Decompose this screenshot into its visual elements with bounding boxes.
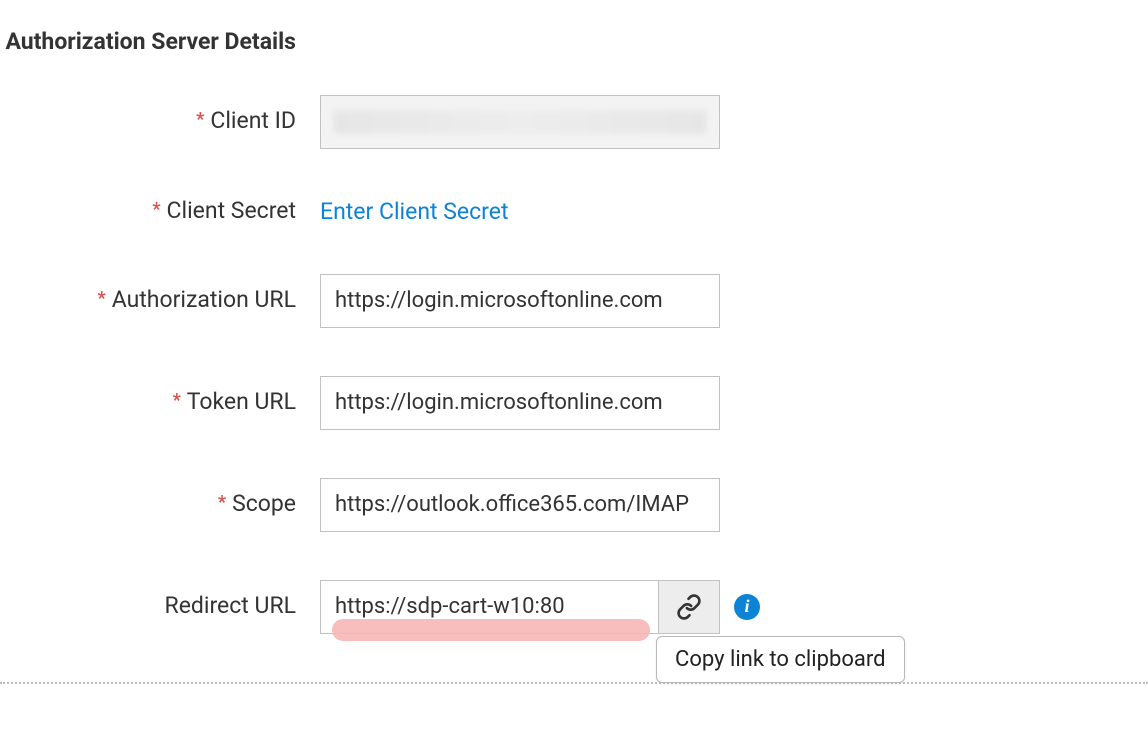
copy-link-button[interactable] bbox=[658, 580, 720, 634]
enter-client-secret-link[interactable]: Enter Client Secret bbox=[320, 198, 508, 225]
authorization-server-form: Authorization Server Details *Client ID … bbox=[0, 0, 1148, 684]
client-secret-label: *Client Secret bbox=[0, 197, 320, 226]
required-asterisk: * bbox=[98, 288, 106, 309]
client-id-label: *Client ID bbox=[0, 107, 320, 136]
section-divider bbox=[0, 682, 1148, 684]
authorization-url-input[interactable] bbox=[320, 274, 720, 328]
scope-row: *Scope bbox=[0, 478, 1148, 532]
token-url-row: *Token URL bbox=[0, 376, 1148, 430]
section-heading: Authorization Server Details bbox=[5, 28, 296, 57]
token-url-input[interactable] bbox=[320, 376, 720, 430]
client-id-row: *Client ID bbox=[0, 95, 1148, 149]
token-url-label: *Token URL bbox=[0, 388, 320, 417]
section-heading-col: Authorization Server Details bbox=[0, 28, 320, 57]
scope-label: *Scope bbox=[0, 490, 320, 519]
required-asterisk: * bbox=[152, 199, 160, 220]
info-icon[interactable]: i bbox=[734, 594, 760, 620]
section-heading-row: Authorization Server Details bbox=[0, 28, 1148, 57]
copy-link-tooltip: Copy link to clipboard bbox=[656, 636, 905, 683]
required-asterisk: * bbox=[196, 109, 204, 130]
redirect-url-label: Redirect URL bbox=[0, 592, 320, 621]
redirect-url-input[interactable] bbox=[320, 580, 658, 634]
redirect-url-group: Copy link to clipboard bbox=[320, 580, 720, 634]
authorization-url-label: *Authorization URL bbox=[0, 286, 320, 315]
required-asterisk: * bbox=[173, 390, 181, 411]
client-secret-row: *Client Secret Enter Client Secret bbox=[0, 197, 1148, 226]
client-id-input[interactable] bbox=[320, 95, 720, 149]
required-asterisk: * bbox=[218, 492, 226, 513]
link-icon bbox=[676, 594, 702, 620]
scope-input[interactable] bbox=[320, 478, 720, 532]
authorization-url-row: *Authorization URL bbox=[0, 274, 1148, 328]
redirect-url-row: Redirect URL Copy link to clipboard i bbox=[0, 580, 1148, 634]
